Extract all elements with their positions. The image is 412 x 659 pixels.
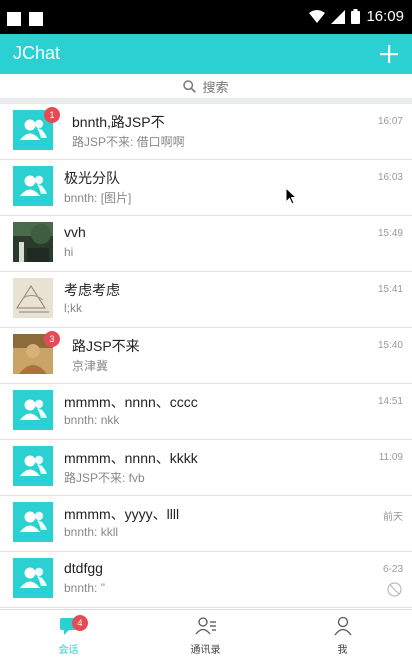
timestamp: 15:41	[377, 284, 403, 295]
status-bar: 16:09	[0, 0, 412, 34]
unread-badge: 3	[44, 331, 60, 347]
last-message: bnnth: kkll	[64, 525, 119, 539]
bottom-nav: 4 会话 通讯录 我	[0, 609, 412, 659]
conversation-item[interactable]: 3 路JSP不来 京津冀 15:40	[0, 328, 412, 384]
avatar	[13, 558, 53, 598]
timestamp: 16:03	[377, 172, 403, 183]
app-bar: JChat	[0, 34, 412, 74]
no-disturb-icon	[387, 582, 402, 602]
avatar	[13, 278, 53, 318]
avatar	[13, 222, 53, 262]
notification-icon	[29, 12, 43, 26]
wifi-icon	[309, 9, 326, 23]
conversation-name: mmmm、nnnn、kkkk	[64, 450, 198, 466]
jchat-screen: 16:09 JChat 搜索 1 bnnth,路JSP不 路JSP不来: 借口啊啊 1…	[0, 0, 412, 659]
last-message: hi	[64, 245, 74, 259]
timestamp: 14:51	[377, 396, 403, 407]
conversation-name: 路JSP不来	[72, 338, 140, 354]
search-placeholder: 搜索	[202, 79, 229, 95]
avatar	[13, 502, 53, 542]
conversation-item[interactable]: mmmm、nnnn、kkkk 路JSP不来: fvb 11:09	[0, 440, 412, 496]
last-message: bnnth: "	[64, 581, 105, 595]
last-message: 路JSP不来: 借口啊啊	[72, 135, 185, 149]
plus-icon	[380, 45, 398, 63]
conversation-item[interactable]: dtdfgg bnnth: " 6-23	[0, 552, 412, 608]
conversation-name: 考虑考虑	[64, 282, 120, 298]
last-message: bnnth: [图片]	[64, 191, 132, 205]
unread-badge: 1	[44, 107, 60, 123]
timestamp: 15:49	[377, 228, 403, 239]
clock: 16:09	[366, 8, 404, 25]
conversation-item[interactable]: 考虑考虑 l;kk 15:41	[0, 272, 412, 328]
conversation-name: bnnth,路JSP不	[72, 114, 165, 130]
timestamp: 前天	[383, 512, 403, 523]
conversation-item[interactable]: 极光分队 bnnth: [图片] 16:03	[0, 160, 412, 216]
search-icon	[183, 79, 197, 93]
signal-icon	[331, 9, 346, 24]
mouse-cursor-icon	[285, 187, 297, 205]
group-icon	[20, 511, 47, 532]
avatar	[13, 446, 53, 486]
last-message: l;kk	[64, 301, 82, 315]
tab-label: 我	[337, 645, 348, 656]
conversation-item[interactable]: 1 bnnth,路JSP不路JSP不来: 借口啊啊 16:07	[0, 104, 412, 160]
tab-badge: 4	[72, 615, 88, 631]
conversation-item[interactable]: mmmm、nnnn、cccc bnnth: nkk 14:51	[0, 384, 412, 440]
conversation-name: mmmm、yyyy、llll	[64, 506, 180, 522]
contacts-icon	[194, 617, 216, 635]
last-message: bnnth: nkk	[64, 413, 120, 427]
tab-label: 通讯录	[190, 645, 221, 656]
last-message: 京津冀	[72, 359, 109, 373]
tab-contacts[interactable]: 通讯录	[137, 610, 274, 659]
group-icon	[20, 567, 47, 588]
tab-me[interactable]: 我	[274, 610, 411, 659]
avatar	[13, 390, 53, 430]
tab-label: 会话	[58, 645, 79, 656]
conversation-name: mmmm、nnnn、cccc	[64, 394, 198, 410]
group-icon	[20, 175, 47, 196]
add-button[interactable]	[372, 37, 406, 71]
timestamp: 11:09	[378, 452, 403, 463]
group-icon	[20, 455, 47, 476]
app-title: JChat	[13, 43, 61, 63]
search-bar[interactable]: 搜索	[0, 74, 412, 98]
person-icon	[333, 616, 352, 636]
conversation-item[interactable]: mmmm、yyyy、llll bnnth: kkll 前天	[0, 496, 412, 552]
last-message: 路JSP不来: fvb	[64, 471, 145, 485]
conversation-name: dtdfgg	[64, 560, 103, 576]
timestamp: 15:40	[377, 340, 403, 351]
photo-icon	[13, 278, 53, 318]
conversation-name: 极光分队	[64, 170, 120, 186]
conversation-item[interactable]: vvh hi 15:49	[0, 216, 412, 272]
timestamp: 6-23	[382, 564, 403, 575]
notification-icon	[7, 12, 21, 26]
tab-conversations[interactable]: 4 会话	[0, 610, 137, 659]
avatar	[13, 166, 53, 206]
battery-icon	[351, 9, 361, 24]
photo-icon	[13, 222, 53, 262]
group-icon	[20, 399, 47, 420]
timestamp: 16:07	[377, 116, 403, 127]
conversation-name: vvh	[64, 224, 86, 240]
conversation-list[interactable]: 1 bnnth,路JSP不路JSP不来: 借口啊啊 16:07 极光分队 bnnth: …	[0, 104, 412, 608]
